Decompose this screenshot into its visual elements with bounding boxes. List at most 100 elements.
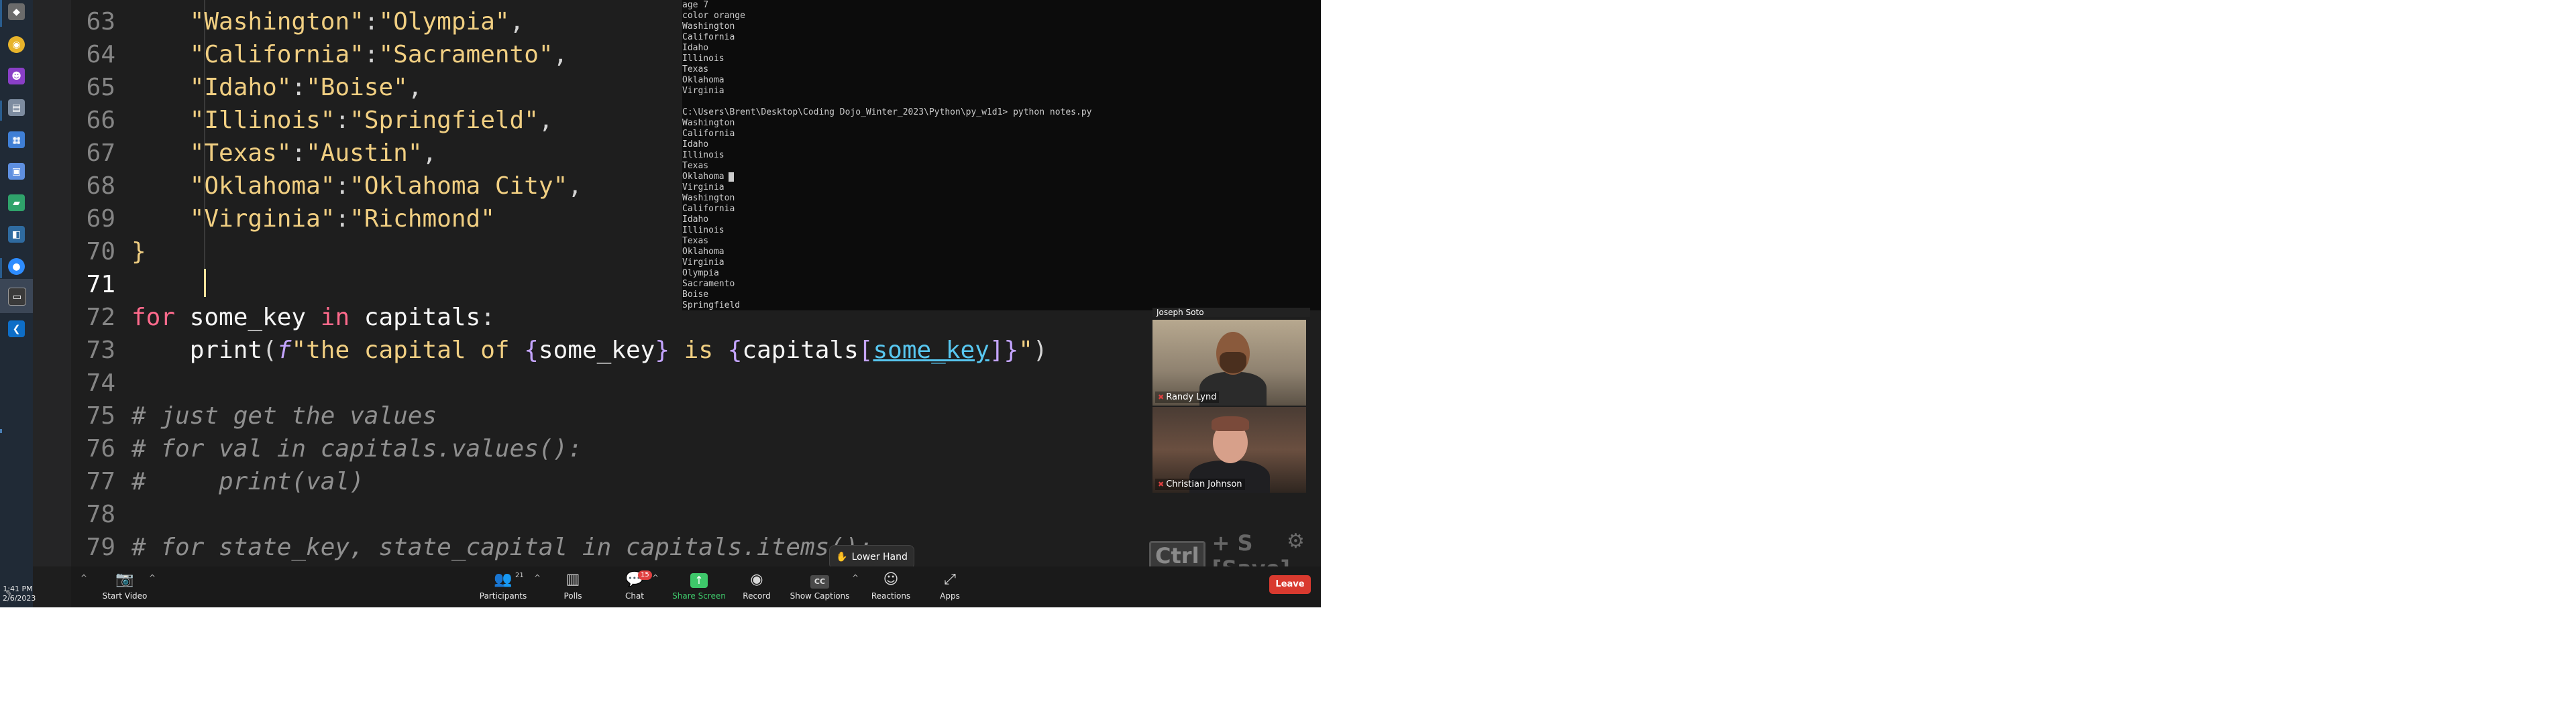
terminal-line: Virginia [682, 257, 1321, 268]
terminal-line: Oklahoma [682, 172, 1321, 182]
code-line[interactable]: # print(val) [131, 465, 364, 498]
text-caret [204, 269, 206, 297]
polls-icon: ▥ [566, 571, 580, 588]
zoom-icon[interactable]: ● [8, 258, 25, 275]
terminal-line: Oklahoma [682, 75, 1321, 86]
app-icon[interactable]: ◆ [8, 3, 25, 20]
code-line[interactable]: "Illinois":"Springfield", [131, 104, 553, 137]
terminal-line-text: Washington [682, 193, 735, 203]
record-button[interactable]: ◉ Record [730, 569, 784, 605]
terminal-line: California [682, 129, 1321, 139]
participant-video[interactable]: ✖ Randy Lynd [1152, 320, 1306, 406]
line-number: 75 [86, 402, 115, 430]
lower-hand-button[interactable]: ✋ Lower Hand [829, 545, 914, 569]
code-line[interactable]: } [131, 235, 146, 268]
code-token: some_key [538, 337, 655, 364]
code-line[interactable]: # just get the values [131, 400, 437, 432]
terminal-line: Texas [682, 161, 1321, 172]
terminal-line: Olympia [682, 268, 1321, 279]
terminal-icon[interactable]: ▭ [8, 288, 26, 306]
code-line[interactable]: for some_key in capitals: [131, 301, 495, 334]
line-number: 66 [86, 107, 115, 134]
chevron-up-icon[interactable]: ^ [652, 573, 659, 583]
chevron-up-icon[interactable]: ^ [534, 573, 541, 583]
terminal-line: Boise [682, 290, 1321, 300]
terminal-line: Washington [682, 118, 1321, 129]
code-token: "Illinois" [189, 107, 335, 134]
code-token: in [320, 304, 350, 331]
start-video-button[interactable]: 📷 Start Video [98, 569, 152, 605]
vscode-icon[interactable]: ❮ [8, 320, 25, 337]
show-captions-button[interactable]: CC Show Captions [786, 569, 853, 605]
code-token: " [1018, 337, 1033, 364]
leave-button[interactable]: Leave [1269, 575, 1311, 594]
terminal-line-text: Idaho [682, 139, 709, 149]
terminal-line-text: Olympia [682, 268, 719, 278]
terminal-line: Sacramento [682, 279, 1321, 290]
code-line[interactable]: # for val in capitals.values(): [131, 432, 582, 465]
terminal-line-text: Sacramento [682, 279, 735, 289]
code-token: # for state_key, state_capital in capita… [131, 534, 873, 561]
terminal-line: Texas [682, 64, 1321, 75]
reactions-icon: ☺ [883, 571, 899, 588]
code-line[interactable]: # for state_key, state_capital in capita… [131, 531, 873, 564]
line-number: 72 [86, 304, 115, 331]
code-line[interactable]: "Idaho":"Boise", [131, 71, 423, 104]
app-icon[interactable]: ◧ [8, 226, 25, 243]
captions-icon: CC [786, 569, 853, 591]
clock-date[interactable]: 2/6/2023 [3, 594, 36, 603]
terminal-line: Washington [682, 193, 1321, 204]
code-line[interactable]: "Washington":"Olympia", [131, 5, 525, 38]
terminal-line: Illinois [682, 54, 1321, 64]
app-icon[interactable]: ▣ [8, 163, 25, 180]
code-token: some_key [873, 337, 989, 364]
apps-button[interactable]: ⤢ Apps [923, 569, 977, 605]
notes-icon[interactable]: ▦ [8, 131, 25, 148]
app-icon[interactable]: ▤ [8, 99, 25, 116]
terminal-lines: age 7 color orange Washington California Ida… [682, 0, 1321, 310]
terminal-output[interactable]: age 7 color orange Washington California Ida… [682, 0, 1321, 310]
windows-taskbar: ◆ ◉ ☻ ▤ ▦ ▣ ▰ ◧ ● ▭ ❮ ✎ 1:41 PM 2/6/2023 [0, 0, 36, 607]
taskbar-edge [0, 258, 2, 278]
code-line[interactable]: "California":"Sacramento", [131, 38, 568, 71]
terminal-line-text: Virginia [682, 182, 724, 192]
chevron-up-icon[interactable]: ^ [80, 573, 87, 583]
code-token: is [669, 337, 728, 364]
polls-button[interactable]: ▥ Polls [546, 569, 600, 605]
terminal-line-text: Springfield [682, 300, 741, 310]
zoom-meeting-toolbar: ^ 📷 Start Video ^ 👥 Participants 21 ^ ▥ … [71, 566, 1321, 607]
terminal-line-text: Oklahoma [682, 172, 724, 182]
gear-icon[interactable]: ⚙ [1287, 530, 1308, 553]
participant-video[interactable]: ✖ Christian Johnson [1152, 407, 1306, 493]
lower-hand-label: Lower Hand [851, 552, 908, 562]
line-number: 70 [86, 238, 115, 265]
terminal-line-text: Virginia [682, 257, 724, 267]
line-number: 76 [86, 435, 115, 463]
muted-mic-icon: ✖ [1158, 480, 1165, 489]
code-line[interactable]: print(f"the capital of {some_key} is {ca… [131, 334, 1048, 367]
chrome-icon[interactable]: ◉ [8, 36, 25, 53]
discord-icon[interactable]: ☻ [8, 68, 25, 84]
share-screen-button[interactable]: ↑ Share Screen [665, 569, 733, 605]
line-number: 77 [86, 468, 115, 495]
code-token: "Idaho" [189, 74, 292, 101]
code-line[interactable]: "Virginia":"Richmond" [131, 202, 495, 235]
terminal-line: Oklahoma [682, 247, 1321, 257]
chevron-up-icon[interactable]: ^ [852, 573, 859, 583]
code-token: "Boise" [306, 74, 408, 101]
code-token: capitals [742, 337, 859, 364]
terminal-line: Illinois [682, 225, 1321, 236]
chevron-up-icon[interactable]: ^ [149, 573, 156, 583]
code-line[interactable]: "Texas":"Austin", [131, 137, 437, 170]
terminal-line: California [682, 32, 1321, 43]
code-line[interactable]: "Oklahoma":"Oklahoma City", [131, 170, 582, 202]
code-token: ( [262, 337, 277, 364]
app-icon[interactable]: ▰ [8, 194, 25, 211]
reactions-button[interactable]: ☺ Reactions [864, 569, 918, 605]
terminal-line-text: Illinois [682, 150, 724, 160]
clock-time[interactable]: 1:41 PM [3, 585, 33, 593]
